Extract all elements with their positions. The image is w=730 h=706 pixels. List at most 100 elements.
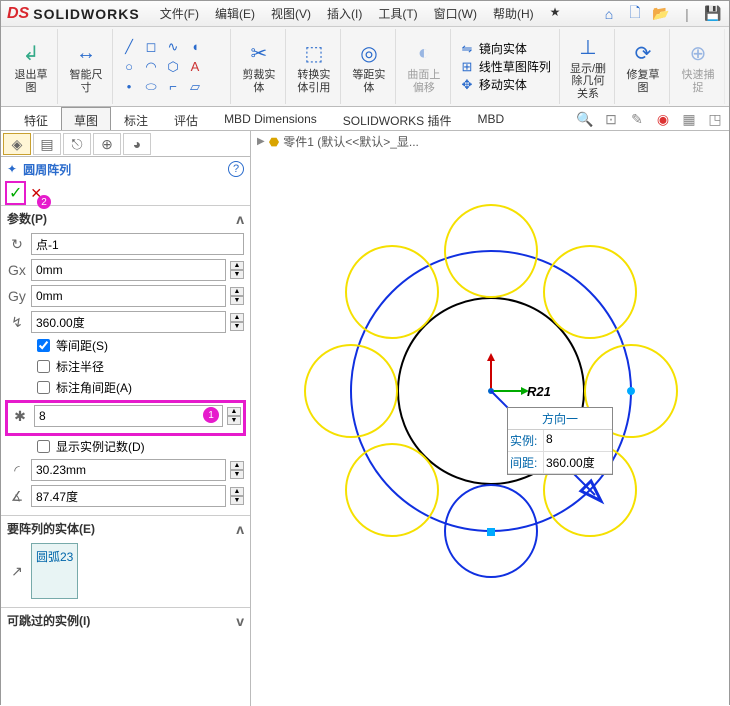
skip-header: 可跳过的实例(I)	[7, 612, 90, 629]
tab-plugin[interactable]: SOLIDWORKS 插件	[330, 107, 465, 130]
offset-on-surface-button[interactable]: ◐ 曲面上偏移	[402, 37, 446, 95]
line-icon[interactable]: ╱	[119, 38, 139, 56]
chevron-down-icon[interactable]: v	[236, 613, 244, 629]
repair-sketch-button[interactable]: ⟳ 修复草图	[621, 37, 665, 95]
slot-icon[interactable]: ◖	[185, 38, 205, 56]
zoom-fit-icon[interactable]: ⊡	[601, 109, 621, 129]
step-badge-2: 2	[37, 195, 51, 209]
exit-sketch-button[interactable]: ↲ 退出草图	[9, 37, 53, 95]
trim-button[interactable]: ✂ 剪裁实体	[237, 37, 281, 95]
menu-file[interactable]: 文件(F)	[154, 1, 205, 26]
dimension-popup[interactable]: 方向一 实例:8 间距:360.00度	[507, 407, 613, 475]
sketch-drawing	[251, 131, 730, 701]
spinner[interactable]: ▲▼	[230, 487, 244, 505]
feature-tree-tab[interactable]: ◈	[3, 133, 31, 155]
point-icon[interactable]: •	[119, 78, 139, 96]
open-icon[interactable]: 📂	[651, 4, 671, 24]
skip-section: 可跳过的实例(I) v	[1, 607, 250, 639]
trim-icon: ✂	[245, 39, 273, 67]
params-header: 参数(P)	[7, 210, 47, 227]
tab-evaluate[interactable]: 评估	[161, 107, 211, 130]
step-badge-1: 1	[203, 407, 219, 423]
x-coord-input[interactable]	[31, 259, 226, 281]
show-instance-checkbox[interactable]	[37, 440, 50, 453]
save-icon[interactable]: 💾	[703, 4, 723, 24]
arc-icon[interactable]: ◠	[141, 58, 161, 76]
menu-view[interactable]: 视图(V)	[265, 1, 317, 26]
quick-snap-button: ⊕ 快速捕捉	[676, 37, 720, 95]
mirror-label[interactable]: 镜向实体	[479, 40, 527, 57]
angle-input[interactable]	[31, 311, 226, 333]
tab-mbd[interactable]: MBD	[464, 107, 517, 130]
corner-rect-icon[interactable]: ◻	[141, 38, 161, 56]
spacing-value[interactable]: 360.00度	[544, 452, 597, 473]
center-point-icon: ↻	[7, 234, 27, 254]
mirror-icon[interactable]: ⇋	[457, 40, 477, 58]
property-manager: ◈ ▤ ⎋ ⊕ ◕ ✦ 圆周阵列 ? ✓ ✕ 2 参数(P)ʌ ↻ Gx▲▼ G…	[1, 131, 251, 706]
graphics-area[interactable]: ▶ ⬣ 零件1 (默认<<默认>_显...	[251, 131, 729, 706]
entity-icon: ↗	[7, 561, 27, 581]
move-label[interactable]: 移动实体	[479, 76, 527, 93]
menu-tools[interactable]: 工具(T)	[372, 1, 423, 26]
menu-insert[interactable]: 插入(I)	[321, 1, 368, 26]
tab-mbd-dim[interactable]: MBD Dimensions	[211, 107, 330, 130]
highlighted-count-row: ✱ 1 ▲▼	[5, 400, 246, 436]
arc-angle-input[interactable]	[31, 485, 226, 507]
radius-dimension[interactable]: R21	[527, 384, 551, 399]
ok-button[interactable]: ✓	[9, 185, 22, 202]
zoom-icon[interactable]: 🔍	[575, 109, 595, 129]
instance-count-input[interactable]	[34, 405, 223, 427]
mark-radius-label: 标注半径	[56, 358, 104, 375]
menu-window[interactable]: 窗口(W)	[428, 1, 483, 26]
spinner[interactable]: ▲▼	[230, 261, 244, 279]
config-tab[interactable]: ⎋	[63, 133, 91, 155]
entities-list[interactable]: 圆弧23	[31, 543, 78, 599]
spline-icon[interactable]: ∿	[163, 38, 183, 56]
hide-show-icon[interactable]: ◳	[705, 109, 725, 129]
mark-angle-checkbox[interactable]	[37, 381, 50, 394]
convert-entities-button[interactable]: ⬚ 转换实体引用	[292, 37, 336, 95]
dimxpert-tab[interactable]: ⊕	[93, 133, 121, 155]
move-icon[interactable]: ✥	[457, 76, 477, 94]
tab-annotate[interactable]: 标注	[111, 107, 161, 130]
appearance-icon[interactable]: ◉	[653, 109, 673, 129]
spinner[interactable]: ▲▼	[230, 287, 244, 305]
ellipse-icon[interactable]: ⬭	[141, 78, 161, 96]
home-icon[interactable]: ⌂	[599, 4, 619, 24]
help-icon[interactable]: ?	[228, 161, 244, 177]
circle-icon[interactable]: ○	[119, 58, 139, 76]
fillet-icon[interactable]: ⌐	[163, 78, 183, 96]
display-icon[interactable]: ▦	[679, 109, 699, 129]
chevron-up-icon[interactable]: ʌ	[236, 211, 244, 227]
tab-sketch[interactable]: 草图	[61, 107, 111, 130]
separator: |	[677, 4, 697, 24]
show-relations-button[interactable]: ⊥ 显示/删除几何关系	[566, 31, 610, 101]
spinner[interactable]: ▲▼	[230, 461, 244, 479]
y-coord-input[interactable]	[31, 285, 226, 307]
property-tab[interactable]: ▤	[33, 133, 61, 155]
mark-radius-checkbox[interactable]	[37, 360, 50, 373]
text-icon[interactable]: A	[185, 58, 205, 76]
chevron-up-icon[interactable]: ʌ	[236, 521, 244, 537]
offset-entities-button[interactable]: ◎ 等距实体	[347, 37, 391, 95]
radius-input[interactable]	[31, 459, 226, 481]
menu-edit[interactable]: 编辑(E)	[209, 1, 261, 26]
tab-feature[interactable]: 特征	[11, 107, 61, 130]
linear-pattern-icon[interactable]: ⊞	[457, 58, 477, 76]
section-icon[interactable]: ✎	[627, 109, 647, 129]
instance-count-icon: ✱	[10, 406, 30, 426]
spinner[interactable]: ▲▼	[230, 313, 244, 331]
polygon-icon[interactable]: ⬡	[163, 58, 183, 76]
instance-value[interactable]: 8	[544, 430, 555, 451]
menu-help[interactable]: 帮助(H)	[487, 1, 540, 26]
panel-title: 圆周阵列	[23, 161, 71, 178]
plane-icon[interactable]: ▱	[185, 78, 205, 96]
spinner[interactable]: ▲▼	[227, 407, 241, 425]
center-point-input[interactable]	[31, 233, 244, 255]
linear-pattern-label[interactable]: 线性草图阵列	[479, 58, 551, 75]
new-icon[interactable]: 🗋	[625, 4, 645, 24]
menu-search-icon[interactable]: ★	[544, 1, 567, 26]
smart-dimension-button[interactable]: ↔ 智能尺寸	[64, 37, 108, 95]
equal-spacing-checkbox[interactable]	[37, 339, 50, 352]
appearance-tab[interactable]: ◕	[123, 133, 151, 155]
